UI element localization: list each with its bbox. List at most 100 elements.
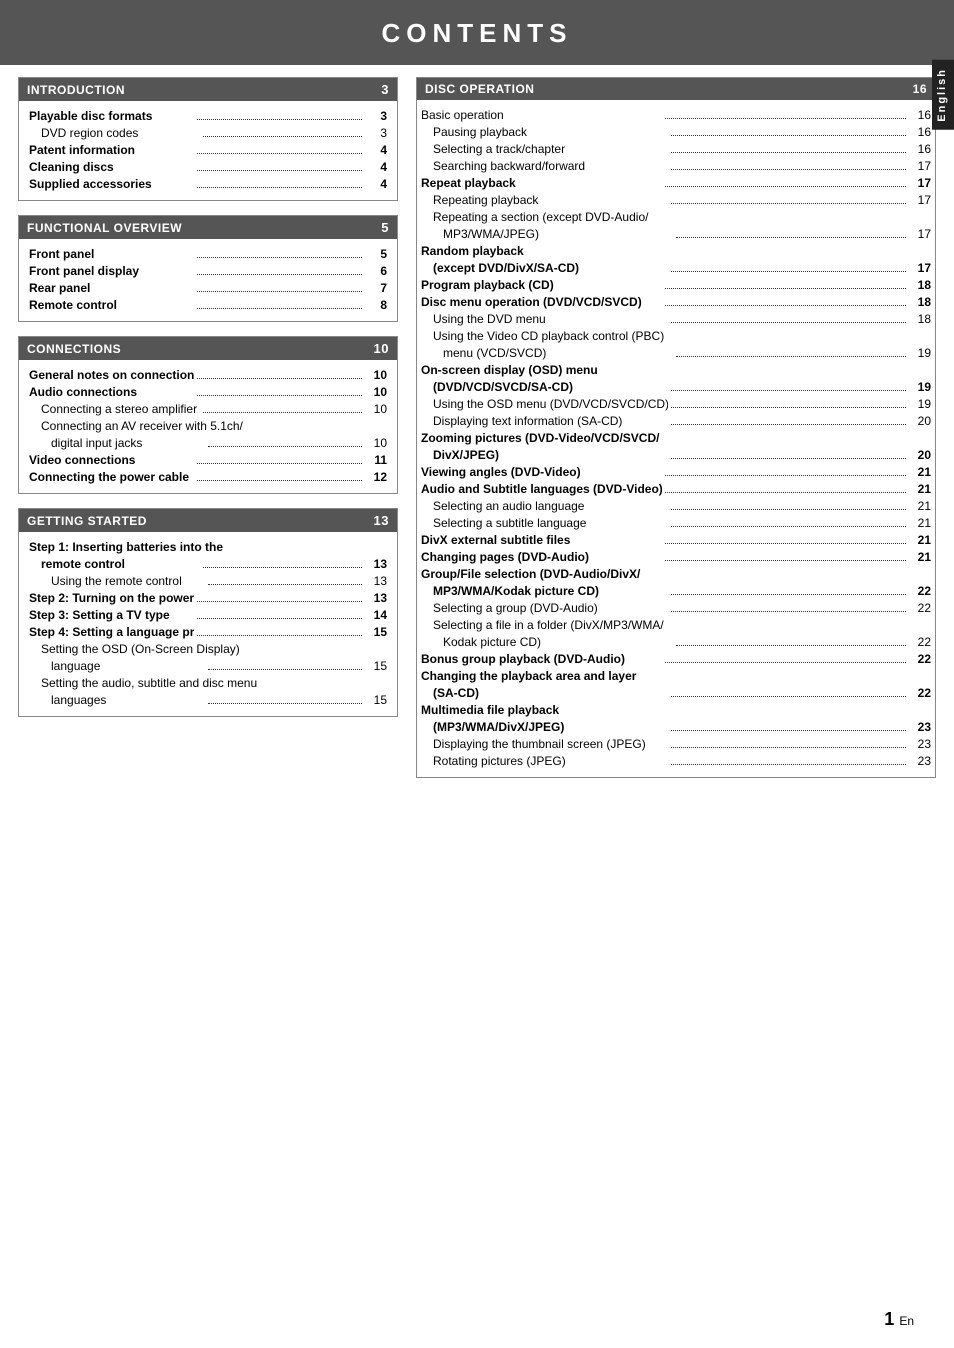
toc-entry: (SA-CD)22 [421,684,931,701]
toc-dots [671,203,906,204]
toc-entry: Connecting an AV receiver with 5.1ch/ [29,417,387,434]
toc-label: Random playback [421,244,931,258]
toc-label: Step 3: Setting a TV type [29,608,194,622]
toc-page: 20 [909,448,931,462]
toc-label: On-screen display (OSD) menu [421,363,931,377]
toc-page: 19 [909,346,931,360]
section-header-getting_started: GETTING STARTED13 [19,509,397,532]
toc-dots [676,237,906,238]
section-header-label: FUNCTIONAL OVERVIEW [27,221,182,235]
toc-label: Using the Video CD playback control (PBC… [421,329,931,343]
toc-entry: Selecting an audio language21 [421,497,931,514]
toc-label: Basic operation [421,108,662,122]
toc-page: 16 [909,125,931,139]
toc-label: Remote control [29,298,194,312]
toc-dots [671,526,906,527]
toc-label: Rear panel [29,281,194,295]
toc-entry: Playable disc formats 3 [29,107,387,124]
toc-page: 21 [909,550,931,564]
toc-label: Step 1: Inserting batteries into the [29,540,387,554]
toc-entry: Program playback (CD)18 [421,276,931,293]
toc-page: 4 [365,143,387,157]
toc-dots [671,322,906,323]
toc-page: 13 [365,557,387,571]
toc-label: Searching backward/forward [421,159,668,173]
toc-entry: Using the remote control13 [29,572,387,589]
section-header-connections: CONNECTIONS10 [19,337,397,360]
toc-entry: Displaying the thumbnail screen (JPEG)23 [421,735,931,752]
toc-dots [671,764,906,765]
language-tab: English [932,60,954,130]
toc-dots [197,170,362,171]
toc-label: languages [29,693,205,707]
toc-page: 16 [909,142,931,156]
toc-page: 17 [909,176,931,190]
page-footer-sub: En [899,1314,914,1328]
toc-page: 23 [909,754,931,768]
toc-page: 10 [365,368,387,382]
toc-entry: Selecting a track/chapter16 [421,140,931,157]
toc-dots [671,135,906,136]
toc-entry: Using the DVD menu18 [421,310,931,327]
toc-page: 13 [365,574,387,588]
toc-dots [676,356,906,357]
toc-label: Patent information [29,143,194,157]
toc-entry: Using the OSD menu (DVD/VCD/SVCD/CD)19 [421,395,931,412]
toc-page: 17 [909,193,931,207]
toc-label: (except DVD/DivX/SA-CD) [421,261,668,275]
toc-label: MP3/WMA/Kodak picture CD) [421,584,668,598]
toc-label: DVD region codes [29,126,200,140]
toc-label: Connecting the power cable [29,470,194,484]
toc-page: 14 [365,608,387,622]
toc-dots [197,601,362,602]
toc-dots [671,152,906,153]
toc-page: 10 [365,436,387,450]
toc-dots [671,509,906,510]
toc-entry: Repeating playback17 [421,191,931,208]
toc-entry: digital input jacks10 [29,434,387,451]
toc-entry: Zooming pictures (DVD-Video/VCD/SVCD/ [421,429,931,446]
toc-label: Using the OSD menu (DVD/VCD/SVCD/CD) [421,397,668,411]
toc-entry: MP3/WMA/Kodak picture CD) 22 [421,582,931,599]
toc-dots [203,567,362,568]
toc-entry: Changing the playback area and layer [421,667,931,684]
toc-page: 13 [365,591,387,605]
section-block-getting_started: GETTING STARTED13Step 1: Inserting batte… [18,508,398,717]
section-body: Step 1: Inserting batteries into theremo… [19,532,397,716]
toc-label: Playable disc formats [29,109,194,123]
toc-entry: Repeating a section (except DVD-Audio/ [421,208,931,225]
toc-page: 4 [365,160,387,174]
section-header-intro: INTRODUCTION3 [19,78,397,101]
toc-entry: language15 [29,657,387,674]
toc-entry: Setting the audio, subtitle and disc men… [29,674,387,691]
toc-label: Program playback (CD) [421,278,662,292]
page-title: CONTENTS [0,0,954,65]
toc-page: 8 [365,298,387,312]
toc-entry: Audio connections10 [29,383,387,400]
toc-entry: Connecting the power cable12 [29,468,387,485]
toc-page: 22 [909,584,931,598]
toc-entry: Disc menu operation (DVD/VCD/SVCD)18 [421,293,931,310]
content-area: INTRODUCTION3 Playable disc formats 3 DVD r… [0,65,954,790]
toc-label: Connecting a stereo amplifier [29,402,200,416]
toc-label: Setting the audio, subtitle and disc men… [29,676,387,690]
section-block-intro: INTRODUCTION3 Playable disc formats 3 DVD r… [18,77,398,201]
toc-page: 17 [909,261,931,275]
toc-dots [197,291,362,292]
toc-label: MP3/WMA/JPEG) [421,227,673,241]
toc-label: (SA-CD) [421,686,668,700]
toc-label: Setting the OSD (On-Screen Display) [29,642,387,656]
toc-entry: Setting the OSD (On-Screen Display) [29,640,387,657]
toc-label: Step 2: Turning on the power [29,591,194,605]
toc-dots [208,446,362,447]
toc-label: Repeat playback [421,176,662,190]
toc-dots [671,390,906,391]
toc-entry: DivX/JPEG)20 [421,446,931,463]
toc-label: Audio and Subtitle languages (DVD-Video) [421,482,662,496]
toc-page: 11 [365,453,387,467]
toc-label: Cleaning discs [29,160,194,174]
toc-page: 3 [365,109,387,123]
toc-label: Front panel [29,247,194,261]
toc-dots [676,645,906,646]
toc-entry: (except DVD/DivX/SA-CD) 17 [421,259,931,276]
